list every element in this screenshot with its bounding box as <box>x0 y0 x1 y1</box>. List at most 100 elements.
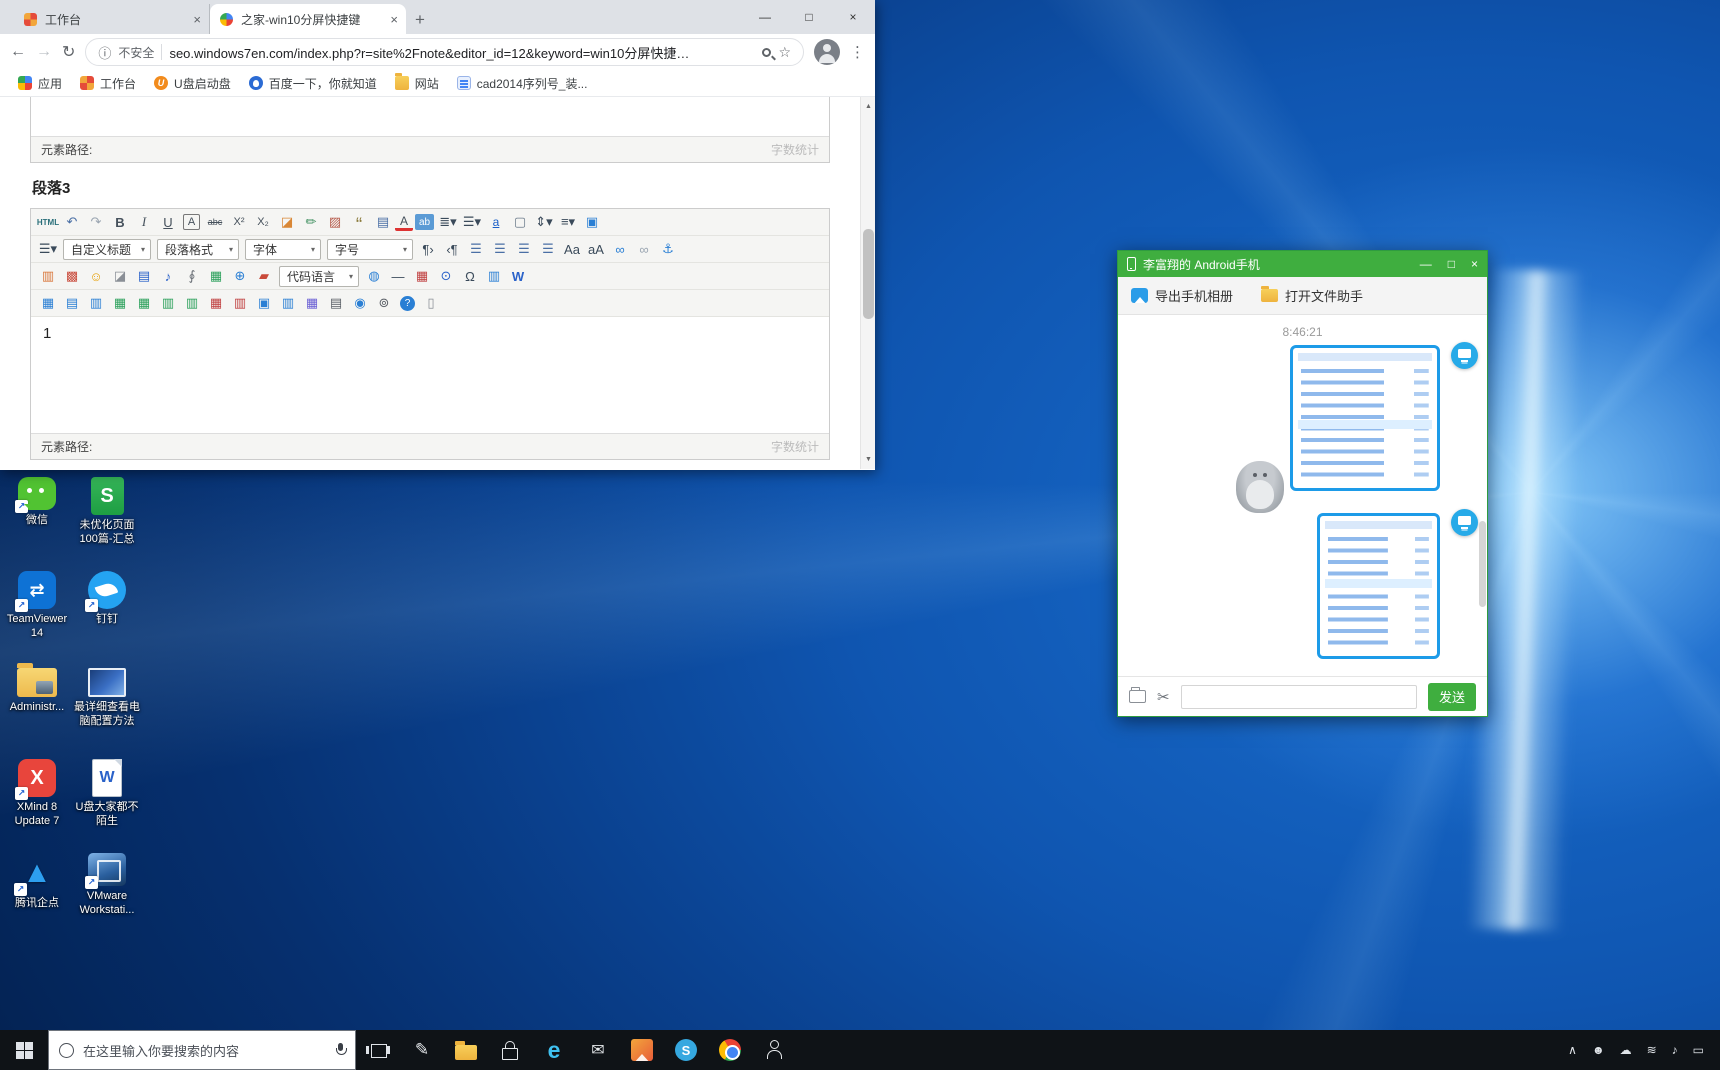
desktop-icon-dingtalk[interactable]: 钉钉 <box>72 568 142 662</box>
word-import-icon[interactable]: W <box>506 266 530 287</box>
unlink-icon[interactable]: ∞ <box>632 239 656 260</box>
start-button[interactable] <box>0 1030 48 1070</box>
forward-button[interactable]: → <box>36 43 52 61</box>
screenshot-message-2[interactable] <box>1317 513 1440 659</box>
paragraph-format-select[interactable]: 段落格式▾ <box>157 239 239 260</box>
taskbar-photos-icon[interactable] <box>620 1030 664 1070</box>
taskbar-pen-app-icon[interactable]: ✎ <box>400 1030 444 1070</box>
fullscreen-icon[interactable]: ▣ <box>580 212 604 233</box>
find-icon[interactable]: ⊚ <box>372 293 396 314</box>
export-album-button[interactable]: 导出手机相册 <box>1131 286 1233 305</box>
quote-icon[interactable]: “ <box>347 212 371 233</box>
align-left-icon[interactable]: ☰ <box>464 239 488 260</box>
tab-close-icon[interactable]: × <box>390 12 398 27</box>
tray-cloud-icon[interactable]: ☁ <box>1620 1043 1632 1057</box>
minimize-button[interactable]: — <box>1420 257 1432 271</box>
taskbar-people-icon[interactable] <box>752 1030 796 1070</box>
insert-col-left-icon[interactable]: ▥ <box>156 293 180 314</box>
desktop-icon-udisk-doc[interactable]: W U盘大家都不 陌生 <box>72 756 142 850</box>
print-icon[interactable]: ▤ <box>324 293 348 314</box>
undo-icon[interactable]: ↶ <box>60 212 84 233</box>
book-icon[interactable]: ▤ <box>132 266 156 287</box>
taskbar-chrome-icon[interactable] <box>708 1030 752 1070</box>
calendar-icon[interactable]: ▦ <box>410 266 434 287</box>
preview-icon[interactable]: ◉ <box>348 293 372 314</box>
open-file-helper-button[interactable]: 打开文件助手 <box>1261 286 1363 305</box>
eraser-icon[interactable]: ◪ <box>275 212 299 233</box>
scrollbar-thumb[interactable] <box>863 229 874 319</box>
reload-button[interactable]: ↻ <box>62 42 75 62</box>
list-style-icon[interactable]: ☰▾ <box>36 239 60 260</box>
task-view-button[interactable] <box>356 1030 400 1070</box>
split-cells-icon[interactable]: ▥ <box>276 293 300 314</box>
template-icon[interactable]: ▤ <box>371 212 395 233</box>
maximize-button[interactable]: □ <box>1448 257 1455 271</box>
superscript-icon[interactable]: X² <box>227 212 251 233</box>
paste-icon[interactable]: ▯ <box>419 293 443 314</box>
word-count-link[interactable]: 字数统计 <box>771 438 819 455</box>
view-on-pc-icon[interactable] <box>1451 342 1478 369</box>
code-language-select[interactable]: 代码语言▾ <box>279 266 359 287</box>
address-bar[interactable]: ⓘ 不安全 seo.windows7en.com/index.php?r=sit… <box>85 38 804 66</box>
tab-win10-splitscreen[interactable]: 之家-win10分屏快捷键 × <box>210 4 406 34</box>
line-spacing-icon[interactable]: ⇕▾ <box>532 212 556 233</box>
back-button[interactable]: ← <box>10 43 26 61</box>
italic-icon[interactable]: I <box>132 212 156 233</box>
align-right-icon[interactable]: ☰ <box>512 239 536 260</box>
hr-icon[interactable]: — <box>386 266 410 287</box>
bookmark-website-folder[interactable]: 网站 <box>387 75 447 92</box>
taskbar-search[interactable]: 在这里输入你要搜索的内容 <box>48 1030 356 1070</box>
custom-title-select[interactable]: 自定义标题▾ <box>63 239 151 260</box>
taskbar-skype-icon[interactable]: S <box>664 1030 708 1070</box>
table-icon[interactable]: ▦ <box>36 293 60 314</box>
html-source-icon[interactable]: HTML <box>36 212 60 233</box>
minimize-button[interactable]: — <box>743 0 787 34</box>
page-scrollbar[interactable]: ▲ ▼ <box>860 97 875 469</box>
delete-row-icon[interactable]: ▦ <box>204 293 228 314</box>
tray-action-center-icon[interactable]: ▭ <box>1693 1043 1704 1057</box>
word-count-link[interactable]: 字数统计 <box>771 141 819 158</box>
tray-network-icon[interactable]: ≋ <box>1647 1043 1657 1057</box>
close-button[interactable]: × <box>831 0 875 34</box>
merge-cells-icon[interactable]: ▣ <box>252 293 276 314</box>
map-icon[interactable]: ⊕ <box>228 266 252 287</box>
globe-icon[interactable]: ◍ <box>362 266 386 287</box>
desktop-icon-qidian[interactable]: ▲ 腾讯企点 <box>2 850 72 944</box>
scroll-up-icon[interactable]: ▲ <box>861 99 875 114</box>
zoom-icon[interactable] <box>762 48 771 57</box>
tab-workbench[interactable]: 工作台 × <box>14 4 210 34</box>
site-info-icon[interactable]: ⓘ <box>98 43 111 62</box>
music-icon[interactable]: ♪ <box>156 266 180 287</box>
desktop-icon-pc-config-doc[interactable]: 最详细查看电 脑配置方法 <box>72 662 142 756</box>
desktop-icon-xmind[interactable]: X XMind 8 Update 7 <box>2 756 72 850</box>
scroll-down-icon[interactable]: ▼ <box>861 452 875 467</box>
symbol-icon[interactable]: Ω <box>458 266 482 287</box>
bookmark-cad2014[interactable]: cad2014序列号_装... <box>449 75 596 92</box>
gallery-icon[interactable]: ▩ <box>60 266 84 287</box>
font-family-select[interactable]: 字体▾ <box>245 239 321 260</box>
table-border-icon[interactable]: ▦ <box>300 293 324 314</box>
bookmark-udisk[interactable]: U盘启动盘 <box>146 75 239 92</box>
subscript-icon[interactable]: X₂ <box>251 212 275 233</box>
lowercase-icon[interactable]: aA <box>584 239 608 260</box>
table-properties-icon[interactable]: ▤ <box>60 293 84 314</box>
ordered-list-icon[interactable]: ≣▾ <box>436 212 460 233</box>
underline-icon[interactable]: U <box>156 212 180 233</box>
ltr-paragraph-icon[interactable]: ¶› <box>416 239 440 260</box>
format-brush-icon[interactable]: ✏ <box>299 212 323 233</box>
insert-col-right-icon[interactable]: ▥ <box>180 293 204 314</box>
align-menu-icon[interactable]: ≡▾ <box>556 212 580 233</box>
bold-icon[interactable]: B <box>108 212 132 233</box>
whiteboard-icon[interactable]: ▦ <box>204 266 228 287</box>
attachment-icon[interactable]: ∮ <box>180 266 204 287</box>
rtl-paragraph-icon[interactable]: ‹¶ <box>440 239 464 260</box>
taskbar-edge-icon[interactable]: e <box>532 1030 576 1070</box>
taskbar-store-icon[interactable] <box>488 1030 532 1070</box>
browser-menu-icon[interactable]: ⋮ <box>850 43 865 61</box>
link-icon[interactable]: a <box>484 212 508 233</box>
tray-volume-icon[interactable]: ♪ <box>1672 1043 1678 1057</box>
anchor-icon[interactable]: ⚓ <box>656 239 680 260</box>
image-icon[interactable]: ▥ <box>36 266 60 287</box>
editor-content[interactable]: 1 <box>31 317 829 433</box>
highlight-icon[interactable]: ab <box>415 214 434 230</box>
